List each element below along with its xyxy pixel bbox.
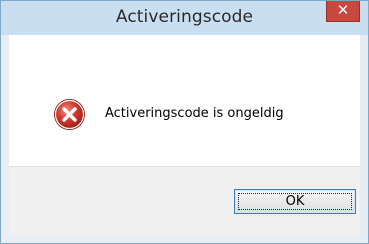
ok-button[interactable]: OK (234, 189, 356, 214)
close-icon: ✕ (336, 1, 350, 19)
title-bar[interactable]: Activeringscode ✕ (1, 1, 368, 35)
error-message: Activeringscode is ongeldig (105, 106, 284, 121)
close-button[interactable]: ✕ (326, 1, 360, 22)
message-area: Activeringscode is ongeldig (9, 35, 360, 166)
dialog-title: Activeringscode (115, 7, 254, 27)
dialog-body: Activeringscode is ongeldig OK (9, 35, 360, 237)
button-bar: OK (9, 166, 360, 237)
error-icon (54, 99, 85, 130)
ok-button-label: OK (285, 194, 305, 209)
dialog-window: Activeringscode ✕ Activeringscode is ong… (0, 0, 369, 244)
